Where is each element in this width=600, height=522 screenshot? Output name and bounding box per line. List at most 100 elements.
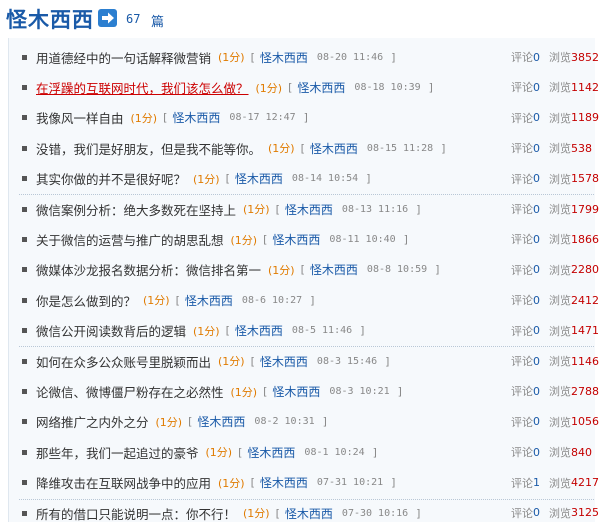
article-group-3: 如何在众多公众账号里脱颖而出 (1分) [ 怪木西西 08-3 15:46 ] … [17,346,599,522]
bracket-close: ] [391,50,396,64]
comments-count[interactable]: 0 [533,203,540,216]
article-title-link[interactable]: 微信公开阅读数背后的逻辑 [36,321,186,340]
article-title-link[interactable]: 如何在众多公众账号里脱颖而出 [36,352,211,371]
comments-count[interactable]: 0 [533,446,540,459]
author-link[interactable]: 怪木西西 [272,231,320,248]
author-link[interactable]: 怪木西西 [235,322,283,339]
article-title-link[interactable]: 你是怎么做到的？ [36,291,136,310]
author-link[interactable]: 怪木西西 [185,292,233,309]
views-label: 浏览 [549,203,571,216]
points-badge: (1分) [243,507,270,521]
arrow-right-icon[interactable] [98,9,117,27]
comments-count[interactable]: 0 [533,81,540,94]
author-link[interactable]: 怪木西西 [197,413,245,430]
article-title-link[interactable]: 微信案例分析：绝大多数死在坚持上 [36,200,236,219]
comments-label: 评论 [511,476,533,490]
bracket-close: ] [397,385,402,399]
article-title-link[interactable]: 用道德经中的一句话解释微营销 [36,48,211,67]
article-row: 网络推广之内外之分 (1分) [ 怪木西西 08-2 10:31 ] 评论 0 浏… [17,407,599,437]
bracket-open: [ [288,81,293,95]
views-label: 浏览 [549,294,571,308]
comments-label: 评论 [511,263,533,277]
comments-count[interactable]: 0 [533,233,540,246]
bracket-open: [ [300,141,305,155]
comments-count[interactable]: 0 [533,385,540,398]
views-count: 3852 [571,50,599,64]
views-label: 浏览 [549,263,571,277]
author-link[interactable]: 怪木西西 [285,505,333,522]
comments-count[interactable]: 0 [533,355,540,368]
post-date: 08-11 10:40 [329,234,396,246]
article-title-link[interactable]: 所有的借口只能说明一点：你不行！ [36,504,236,522]
post-date: 08-2 10:31 [254,416,315,428]
bracket-close: ] [441,141,446,155]
author-link[interactable]: 怪木西西 [310,261,358,278]
comments-count[interactable]: 0 [533,111,540,124]
comments-count[interactable]: 0 [533,506,540,519]
article-stats: 评论 0 浏览 1142 [511,72,599,102]
post-date: 08-13 11:16 [341,203,409,215]
points-badge: (1分) [268,142,295,156]
article-title-link[interactable]: 那些年，我们一起追过的豪爷 [36,443,199,462]
article-title-link[interactable]: 在浮躁的互联网时代，我们该怎么做？ [36,78,249,97]
views-label: 浏览 [549,415,571,429]
post-date: 08-1 10:24 [304,446,365,458]
article-title-link[interactable]: 没错，我们是好朋友，但是我不能等你。 [36,139,261,158]
article-stats: 评论 0 浏览 840 [511,437,592,467]
comments-count[interactable]: 0 [533,51,540,64]
square-bullet-icon [22,267,27,273]
article-stats: 评论 0 浏览 2788 [511,376,599,406]
comments-label: 评论 [511,111,533,125]
points-badge: (1分) [268,263,295,277]
views-count: 538 [571,141,592,155]
comments-count[interactable]: 0 [533,142,540,155]
bracket-open: [ [263,385,268,399]
article-stats: 评论 0 浏览 1866 [511,224,599,254]
post-date: 08-15 11:28 [366,142,434,154]
author-link[interactable]: 怪木西西 [260,353,308,370]
views-count: 3125 [571,506,599,520]
comments-count[interactable]: 0 [533,172,540,185]
views-count: 1056 [571,415,599,429]
article-title-link[interactable]: 我像风一样自由 [36,108,124,127]
comments-count[interactable]: 0 [533,263,540,276]
author-link[interactable]: 怪木西西 [172,109,220,126]
article-title-link[interactable]: 降维攻击在互联网战争中的应用 [36,473,211,492]
author-link[interactable]: 怪木西西 [285,201,333,218]
post-date: 08-20 11:46 [316,51,384,63]
author-link[interactable]: 怪木西西 [260,49,308,66]
article-title-link[interactable]: 关于微信的运营与推广的胡思乱想 [36,230,224,249]
square-bullet-icon [22,115,27,121]
square-bullet-icon [22,328,27,334]
article-title-link[interactable]: 网络推广之内外之分 [36,412,149,431]
comments-label: 评论 [511,355,533,368]
article-title-link[interactable]: 其实你做的并不是很好呢？ [36,169,186,188]
views-label: 浏览 [549,81,571,95]
post-date: 07-30 10:16 [341,507,409,519]
author-link[interactable]: 怪木西西 [235,170,283,187]
comments-count[interactable]: 0 [533,415,540,428]
points-badge: (1分) [193,324,220,338]
comments-count[interactable]: 1 [533,476,540,489]
post-date: 08-18 10:39 [354,82,421,94]
article-title-link[interactable]: 微媒体沙龙报名数据分析：微信排名第一 [36,260,261,279]
comments-count[interactable]: 0 [533,294,540,307]
author-link[interactable]: 怪木西西 [260,474,308,491]
author-link[interactable]: 怪木西西 [297,79,345,96]
author-title[interactable]: 怪木西西 [6,4,94,34]
views-count: 2280 [571,263,599,277]
article-title-link[interactable]: 论微信、微博僵尸粉存在之必然性 [36,382,224,401]
article-list-panel: 用道德经中的一句话解释微营销 (1分) [ 怪木西西 08-20 11:46 ]… [8,38,599,522]
article-group-1: 用道德经中的一句话解释微营销 (1分) [ 怪木西西 08-20 11:46 ]… [17,42,599,194]
comments-count[interactable]: 0 [533,324,540,337]
bracket-close: ] [372,445,377,459]
points-badge: (1分) [230,385,258,399]
square-bullet-icon [22,176,27,182]
points-badge: (1分) [230,233,258,247]
comments-label: 评论 [511,506,533,520]
views-count: 1578 [571,172,599,186]
article-stats: 评论 0 浏览 1189 [511,103,599,133]
author-link[interactable]: 怪木西西 [247,444,295,461]
author-link[interactable]: 怪木西西 [272,383,320,400]
author-link[interactable]: 怪木西西 [310,140,358,157]
